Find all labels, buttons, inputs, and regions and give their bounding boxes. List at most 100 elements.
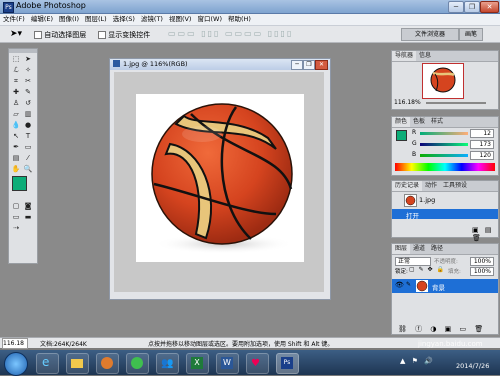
type-tool-icon[interactable]: T: [23, 131, 33, 141]
tab-tool-presets[interactable]: 工具预设: [440, 181, 470, 191]
tab-swatches[interactable]: 色板: [410, 117, 428, 127]
toolbox-grip[interactable]: [9, 49, 37, 53]
navigator-zoom-value[interactable]: 116.18%: [394, 99, 421, 106]
blend-mode-select[interactable]: 正常: [395, 257, 431, 266]
menu-window[interactable]: 窗口(W): [194, 14, 225, 25]
path-selection-tool-icon[interactable]: ↖: [11, 131, 21, 141]
jump-to-imageready-icon[interactable]: ⇢: [11, 223, 21, 233]
foreground-color-swatch[interactable]: [12, 176, 27, 191]
history-brush-tool-icon[interactable]: ↺: [23, 98, 33, 108]
hand-tool-icon[interactable]: ✋: [11, 164, 21, 174]
color-spectrum-bar[interactable]: [395, 163, 495, 171]
menu-filter[interactable]: 滤镜(T): [138, 14, 166, 25]
menu-view[interactable]: 视图(V): [166, 14, 195, 25]
b-slider[interactable]: [420, 154, 468, 157]
eraser-tool-icon[interactable]: ▱: [11, 109, 21, 119]
pen-tool-icon[interactable]: ✒: [11, 142, 21, 152]
system-tray-icons[interactable]: ▲ ⚑ 🔊: [400, 357, 435, 365]
tab-history[interactable]: 历史记录: [392, 181, 423, 191]
gradient-tool-icon[interactable]: ▥: [23, 109, 33, 119]
taskbar-explorer-icon[interactable]: [66, 353, 89, 374]
taskbar-app-icon[interactable]: ♥: [246, 353, 269, 374]
menu-edit[interactable]: 编辑(E): [28, 14, 56, 25]
crop-tool-icon[interactable]: ⌗: [11, 76, 21, 86]
taskbar-browser-icon[interactable]: [126, 353, 149, 374]
eyedropper-tool-icon[interactable]: ⁄: [23, 153, 33, 163]
lock-buttons[interactable]: ▢ ✎ ✥ 🔒: [409, 266, 445, 273]
doc-close-button[interactable]: ✕: [315, 60, 328, 70]
taskbar-users-icon[interactable]: 👥: [156, 353, 179, 374]
taskbar-photoshop-icon[interactable]: Ps: [276, 353, 299, 374]
menu-layer[interactable]: 图层(L): [82, 14, 110, 25]
tab-file-browser[interactable]: 文件浏览器: [401, 28, 459, 41]
menu-file[interactable]: 文件(F): [0, 14, 28, 25]
taskbar-excel-icon[interactable]: X: [186, 353, 209, 374]
doc-maximize-button[interactable]: ❐: [303, 60, 315, 70]
marquee-tool-icon[interactable]: ⬚: [11, 54, 21, 64]
navigator-zoom-slider[interactable]: [426, 102, 486, 104]
tab-styles[interactable]: 样式: [428, 117, 446, 127]
zoom-tool-icon[interactable]: 🔍: [23, 164, 33, 174]
b-value-field[interactable]: 120: [470, 151, 494, 160]
tab-info[interactable]: 信息: [416, 51, 434, 61]
opacity-field[interactable]: 100%: [470, 257, 494, 266]
screen-mode-full-icon[interactable]: ▬: [23, 212, 33, 222]
image-canvas[interactable]: [136, 94, 304, 262]
restore-button[interactable]: ❐: [464, 1, 480, 13]
g-slider[interactable]: [420, 143, 468, 146]
clone-stamp-tool-icon[interactable]: ♙: [11, 98, 21, 108]
layer-row-background[interactable]: 👁 ✎ 背景: [392, 279, 498, 293]
minimize-button[interactable]: ─: [448, 1, 464, 13]
layer-thumbnail[interactable]: [416, 280, 428, 292]
align-buttons[interactable]: ▭▭▭ ▯▯▯ ▭▭▭▭ ▯▯▯▯: [168, 29, 293, 38]
canvas-area[interactable]: [114, 72, 324, 292]
menu-image[interactable]: 图像(I): [56, 14, 82, 25]
navigator-thumbnail[interactable]: [422, 63, 464, 99]
slice-tool-icon[interactable]: ✂: [23, 76, 33, 86]
show-transform-checkbox[interactable]: [98, 31, 106, 39]
taskbar-ie-icon[interactable]: e: [36, 353, 59, 374]
doc-minimize-button[interactable]: ─: [291, 60, 303, 70]
quick-mask-mode-icon[interactable]: ◙: [23, 201, 33, 211]
close-button[interactable]: ✕: [480, 1, 499, 13]
layer-visibility-eye-icon[interactable]: 👁: [395, 281, 404, 289]
screen-mode-standard-icon[interactable]: ▭: [11, 212, 21, 222]
history-step-open[interactable]: 打开: [392, 209, 498, 220]
lasso-tool-icon[interactable]: ℒ: [11, 65, 21, 75]
start-button[interactable]: [4, 352, 28, 376]
move-tool-icon[interactable]: ➤: [23, 54, 33, 64]
auto-select-layer-checkbox[interactable]: [34, 31, 42, 39]
blur-tool-icon[interactable]: 💧: [11, 120, 21, 130]
show-transform-option[interactable]: 显示变换控件: [98, 30, 150, 40]
menu-select[interactable]: 选择(S): [110, 14, 138, 25]
r-value-field[interactable]: 12: [470, 129, 494, 138]
healing-brush-tool-icon[interactable]: ✚: [11, 87, 21, 97]
history-snapshot-name[interactable]: 1.jpg: [419, 196, 435, 204]
history-footer-buttons[interactable]: ▣ ▤ 🗑: [472, 226, 498, 242]
r-slider[interactable]: [420, 132, 468, 135]
shape-tool-icon[interactable]: ▭: [23, 142, 33, 152]
layers-footer-buttons[interactable]: ⛓ ⓕ ◑ ▣ ▭ 🗑: [398, 324, 486, 334]
status-zoom-field[interactable]: 116.18: [2, 338, 28, 349]
move-tool-preset-icon[interactable]: ➤▾: [10, 29, 22, 39]
taskbar-media-icon[interactable]: [96, 353, 119, 374]
taskbar-word-icon[interactable]: W: [216, 353, 239, 374]
auto-select-layer-option[interactable]: 自动选择图层: [34, 30, 86, 40]
color-panel-foreground-swatch[interactable]: [396, 130, 407, 141]
tab-channels[interactable]: 通道: [410, 244, 428, 254]
tab-layers[interactable]: 图层: [392, 244, 411, 254]
standard-mode-icon[interactable]: ▢: [11, 201, 21, 211]
tab-navigator[interactable]: 导航器: [392, 51, 417, 61]
g-value-field[interactable]: 173: [470, 140, 494, 149]
document-title-bar[interactable]: 1.jpg @ 116%(RGB) ─ ❐ ✕: [110, 59, 330, 70]
brush-tool-icon[interactable]: ✎: [23, 87, 33, 97]
tab-paths[interactable]: 路径: [428, 244, 446, 254]
magic-wand-tool-icon[interactable]: ✧: [23, 65, 33, 75]
fill-field[interactable]: 100%: [470, 267, 494, 276]
tab-color[interactable]: 颜色: [392, 117, 411, 127]
tab-brushes[interactable]: 画笔: [459, 28, 483, 41]
notes-tool-icon[interactable]: ▤: [11, 153, 21, 163]
history-snapshot-thumbnail[interactable]: [404, 194, 417, 207]
taskbar-date[interactable]: 2014/7/26: [456, 362, 489, 370]
tab-actions[interactable]: 动作: [422, 181, 440, 191]
